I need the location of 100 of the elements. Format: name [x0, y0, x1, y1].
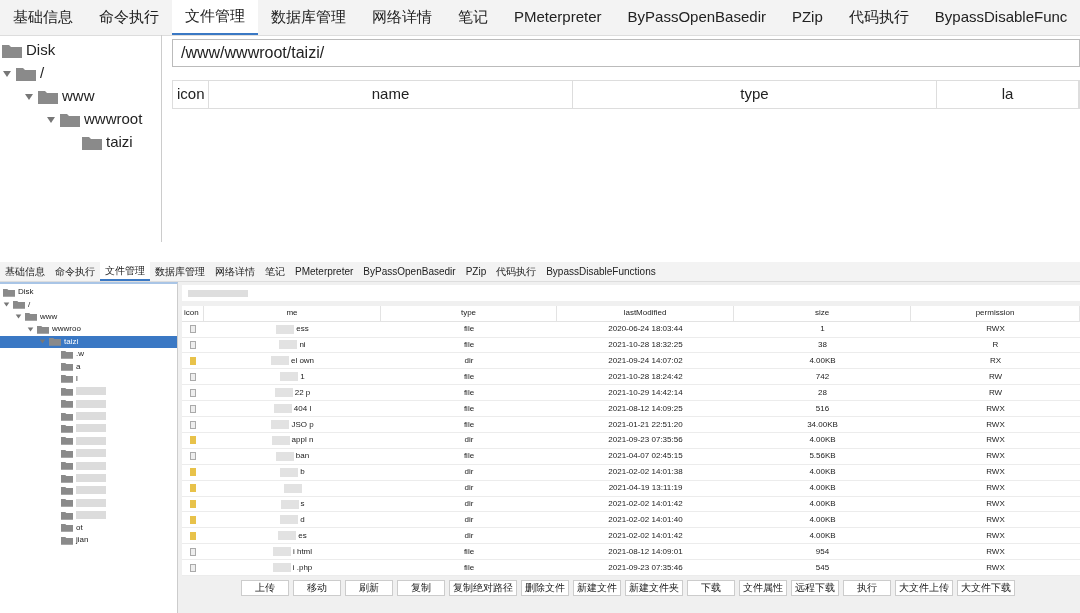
action-button[interactable]: 大文件上传	[895, 580, 953, 596]
tab[interactable]: 网络详情	[210, 262, 260, 281]
action-button[interactable]: 刷新	[345, 580, 393, 596]
file-row[interactable]: 404 l file 2021-08-12 14:09:25 516 RWX	[182, 401, 1080, 418]
tab[interactable]: 文件管理	[100, 262, 150, 281]
redaction-block	[275, 451, 294, 461]
tab[interactable]: 文件管理	[172, 0, 258, 35]
column-header[interactable]: me	[204, 306, 381, 321]
action-button[interactable]: 新建文件夹	[625, 580, 683, 596]
column-header[interactable]: icon	[173, 81, 209, 108]
file-row[interactable]: el own dir 2021-09-24 14:07:02 4.00KB RX	[182, 353, 1080, 370]
tree-item[interactable]: www	[0, 310, 177, 324]
tree-item[interactable]: ot	[0, 521, 177, 534]
tree-item[interactable]: /	[0, 298, 177, 311]
tab[interactable]: PMeterpreter	[290, 262, 359, 281]
tab[interactable]: 基础信息	[0, 0, 86, 35]
tree-item[interactable]: Disk	[0, 39, 161, 62]
file-row[interactable]: ban file 2021-04-07 02:45:15 5.56KB RWX	[182, 448, 1080, 465]
tab[interactable]: 基础信息	[0, 262, 50, 281]
table-cell: RW	[988, 386, 1003, 399]
file-row[interactable]: 22 p file 2021-10-29 14:42:14 28 RW	[182, 385, 1080, 402]
file-row[interactable]: appl n dir 2021-09-23 07:35:56 4.00KB RWX	[182, 432, 1080, 449]
column-header[interactable]: lastModified	[557, 306, 734, 321]
tab[interactable]: 代码执行	[835, 0, 922, 35]
tab[interactable]: 代码执行	[491, 262, 542, 281]
tree-item[interactable]: Disk	[0, 286, 177, 299]
tree-item[interactable]: /	[0, 62, 161, 85]
action-button[interactable]: 下载	[687, 580, 735, 596]
tree-item[interactable]: a	[0, 360, 177, 373]
redaction-block	[76, 474, 106, 483]
tree-item[interactable]: wwwroo	[0, 323, 177, 336]
action-button[interactable]: 移动	[293, 580, 341, 596]
tab[interactable]: ByPassOpenBasedir	[614, 0, 779, 35]
column-header[interactable]: size	[734, 306, 911, 321]
file-row[interactable]: es dir 2021-02-02 14:01:42 4.00KB RWX	[182, 528, 1080, 545]
tab[interactable]: 命令执行	[50, 262, 100, 281]
tab[interactable]: 数据库管理	[150, 262, 210, 281]
tree-item[interactable]: taizi	[0, 335, 177, 348]
action-button[interactable]: 新建文件	[573, 580, 621, 596]
tab[interactable]: PZip	[778, 0, 836, 35]
action-button[interactable]: 大文件下载	[957, 580, 1015, 596]
tab[interactable]: PMeterpreter	[501, 0, 615, 35]
tree-label: wwwroo	[52, 323, 81, 336]
file-row[interactable]: s dir 2021-02-02 14:01:42 4.00KB RWX	[182, 496, 1080, 513]
file-row[interactable]: JSO p file 2021-01-21 22:51:20 34.00KB RWX	[182, 417, 1080, 433]
action-button[interactable]: 删除文件	[521, 580, 569, 596]
tab[interactable]: BypassDisableFunctions	[541, 262, 661, 281]
caret-down-icon[interactable]	[15, 313, 22, 321]
action-button[interactable]: 复制绝对路径	[449, 580, 517, 596]
tab[interactable]: ByPassOpenBasedir	[358, 262, 461, 281]
caret-down-icon[interactable]	[24, 91, 34, 102]
column-header[interactable]: icon	[182, 306, 204, 321]
column-header[interactable]: type	[381, 306, 557, 321]
file-row[interactable]: b dir 2021-02-02 14:01:38 4.00KB RWX	[182, 464, 1080, 481]
file-row[interactable]: ni file 2021-10-28 18:32:25 38 R	[182, 337, 1080, 354]
column-header[interactable]: type	[573, 81, 937, 108]
folder-icon	[25, 312, 37, 322]
table-cell: 1	[820, 323, 825, 336]
tree-item[interactable]: l	[0, 372, 177, 386]
tree-item[interactable]: wwwroot	[0, 108, 161, 131]
column-header[interactable]: name	[209, 81, 573, 108]
tab[interactable]: 笔记	[260, 262, 290, 281]
caret-down-icon[interactable]	[46, 114, 56, 125]
table-cell: RWX	[986, 402, 1005, 415]
action-button[interactable]: 文件属性	[739, 580, 787, 596]
path-field[interactable]	[182, 285, 1080, 301]
table-cell: RWX	[986, 466, 1005, 479]
file-icon	[190, 452, 196, 461]
action-button[interactable]: 远程下载	[791, 580, 839, 596]
file-row[interactable]: i html file 2021-08-12 14:09:01 954 RWX	[182, 544, 1080, 561]
folder-icon	[61, 424, 73, 433]
file-row[interactable]: 1 file 2021-10-28 18:24:42 742 RW	[182, 369, 1080, 386]
tab[interactable]: PZip	[460, 262, 492, 281]
redaction-block	[76, 412, 106, 421]
action-button[interactable]: 上传	[241, 580, 289, 596]
tree-item[interactable]: taizi	[0, 131, 161, 154]
action-button[interactable]: 复制	[397, 580, 445, 596]
tree-item[interactable]: www	[0, 85, 161, 108]
tab[interactable]: 数据库管理	[258, 0, 359, 35]
column-header[interactable]: permission	[911, 306, 1080, 321]
tab[interactable]: 网络详情	[359, 0, 445, 35]
caret-down-icon[interactable]	[2, 68, 12, 79]
redaction-block	[76, 436, 106, 445]
caret-down-icon[interactable]	[27, 325, 34, 333]
tree-item[interactable]: jian	[0, 533, 177, 547]
tree-item[interactable]: .w	[0, 347, 177, 361]
table-cell: 34.00KB	[807, 418, 838, 431]
caret-down-icon[interactable]	[3, 301, 10, 309]
action-button[interactable]: 执行	[843, 580, 891, 596]
path-field[interactable]: /www/wwwroot/taizi/	[172, 39, 1080, 67]
table-cell: RWX	[986, 513, 1005, 526]
tab[interactable]: BypassDisableFunc	[921, 0, 1080, 35]
file-row[interactable]: ess file 2020-06-24 18:03:44 1 RWX	[182, 321, 1080, 338]
tab[interactable]: 笔记	[445, 0, 501, 35]
file-row[interactable]: i .php file 2021-09-23 07:35:46 545 RWX	[182, 560, 1080, 577]
column-header[interactable]: la	[937, 81, 1079, 108]
file-row[interactable]: d dir 2021-02-02 14:01:40 4.00KB RWX	[182, 512, 1080, 529]
tab[interactable]: 命令执行	[86, 0, 172, 35]
table-cell: 4.00KB	[809, 466, 836, 479]
file-row[interactable]: dir 2021-04-19 13:11:19 4.00KB RWX	[182, 480, 1080, 497]
